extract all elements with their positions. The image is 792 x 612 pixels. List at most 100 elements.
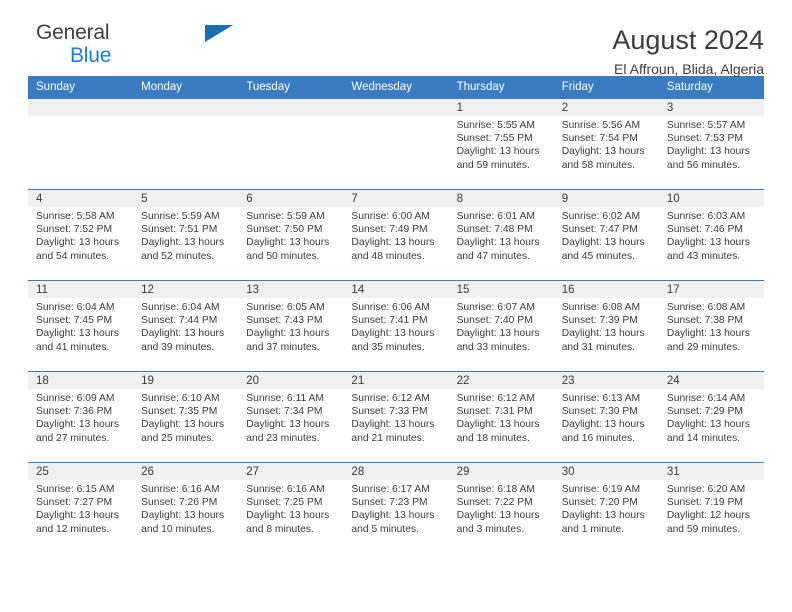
- calendar-day-cell[interactable]: 3 Sunrise: 5:57 AM Sunset: 7:53 PM Daylight…: [658, 98, 764, 190]
- calendar-day-cell[interactable]: 18 Sunrise: 6:09 AM Sunset: 7:36 PM Dayligh…: [28, 371, 134, 463]
- day-sun-info: Sunrise: 6:02 AM Sunset: 7:47 PM Daylight:…: [554, 207, 659, 263]
- daylight-text: Daylight: 13 hours: [246, 510, 330, 522]
- daylight-text-cont: and 58 minutes.: [561, 159, 635, 171]
- calendar-day-cell[interactable]: 8 Sunrise: 6:01 AM Sunset: 7:48 PM Daylight…: [448, 189, 554, 281]
- day-sun-info: Sunrise: 6:15 AM Sunset: 7:27 PM Daylight:…: [28, 480, 133, 536]
- daylight-text: Daylight: 13 hours: [561, 510, 645, 522]
- calendar-cell-empty: [133, 98, 239, 190]
- calendar-day-cell[interactable]: 30 Sunrise: 6:19 AM Sunset: 7:20 PM Dayligh…: [553, 462, 659, 554]
- day-sun-info: Sunrise: 5:55 AM Sunset: 7:55 PM Daylight:…: [449, 116, 554, 172]
- calendar-day-cell[interactable]: 19 Sunrise: 6:10 AM Sunset: 7:35 PM Dayligh…: [133, 371, 239, 463]
- day-cell-inner: 12 Sunrise: 6:04 AM Sunset: 7:44 PM Dayligh…: [133, 281, 239, 371]
- sunrise-text: Sunrise: 6:04 AM: [36, 302, 115, 313]
- daylight-text: Daylight: 13 hours: [666, 237, 750, 249]
- sunrise-text: Sunrise: 5:58 AM: [36, 211, 115, 222]
- day-number: [343, 99, 449, 116]
- calendar-day-cell[interactable]: 1 Sunrise: 5:55 AM Sunset: 7:55 PM Daylight…: [448, 98, 554, 190]
- day-cell-inner: 13 Sunrise: 6:05 AM Sunset: 7:43 PM Dayligh…: [238, 281, 344, 371]
- weekday-header-thursday: Thursday: [448, 76, 554, 99]
- sunset-text: Sunset: 7:20 PM: [561, 497, 638, 509]
- calendar-day-cell[interactable]: 25 Sunrise: 6:15 AM Sunset: 7:27 PM Dayligh…: [28, 462, 134, 554]
- sunset-text: Sunset: 7:33 PM: [351, 406, 428, 418]
- daylight-text: Daylight: 13 hours: [36, 328, 119, 340]
- day-number: 5: [133, 190, 239, 207]
- calendar-day-cell[interactable]: 5 Sunrise: 5:59 AM Sunset: 7:51 PM Daylight…: [133, 189, 239, 281]
- calendar-day-cell[interactable]: 28 Sunrise: 6:17 AM Sunset: 7:23 PM Dayligh…: [343, 462, 449, 554]
- day-number: [133, 99, 239, 116]
- calendar-day-cell[interactable]: 20 Sunrise: 6:11 AM Sunset: 7:34 PM Dayligh…: [238, 371, 344, 463]
- day-number: 31: [658, 463, 764, 480]
- sunset-text: Sunset: 7:27 PM: [36, 497, 113, 509]
- calendar-day-cell[interactable]: 27 Sunrise: 6:16 AM Sunset: 7:25 PM Dayligh…: [238, 462, 344, 554]
- daylight-text: Daylight: 13 hours: [36, 237, 119, 249]
- sunset-text: Sunset: 7:31 PM: [456, 406, 533, 418]
- calendar-day-cell[interactable]: 17 Sunrise: 6:08 AM Sunset: 7:38 PM Dayligh…: [658, 280, 764, 372]
- calendar-day-cell[interactable]: 22 Sunrise: 6:12 AM Sunset: 7:31 PM Dayligh…: [448, 371, 554, 463]
- calendar-day-cell[interactable]: 31 Sunrise: 6:20 AM Sunset: 7:19 PM Dayligh…: [658, 462, 764, 554]
- calendar-day-cell[interactable]: 9 Sunrise: 6:02 AM Sunset: 7:47 PM Daylight…: [553, 189, 659, 281]
- calendar-day-cell[interactable]: 29 Sunrise: 6:18 AM Sunset: 7:22 PM Dayligh…: [448, 462, 554, 554]
- calendar-day-cell[interactable]: 15 Sunrise: 6:07 AM Sunset: 7:40 PM Dayligh…: [448, 280, 554, 372]
- sunrise-text: Sunrise: 6:16 AM: [141, 484, 220, 495]
- sunrise-text: Sunrise: 6:16 AM: [246, 484, 325, 495]
- day-sun-info: Sunrise: 6:05 AM Sunset: 7:43 PM Daylight:…: [238, 298, 343, 354]
- calendar-day-cell[interactable]: 4 Sunrise: 5:58 AM Sunset: 7:52 PM Daylight…: [28, 189, 134, 281]
- daylight-text: Daylight: 13 hours: [246, 328, 330, 340]
- daylight-text-cont: and 37 minutes.: [246, 341, 320, 353]
- general-blue-logo[interactable]: General Blue: [28, 22, 233, 66]
- calendar-day-cell[interactable]: 16 Sunrise: 6:08 AM Sunset: 7:39 PM Dayligh…: [553, 280, 659, 372]
- sunset-text: Sunset: 7:43 PM: [246, 315, 323, 327]
- day-number: 28: [343, 463, 449, 480]
- day-sun-info: Sunrise: 5:58 AM Sunset: 7:52 PM Daylight:…: [28, 207, 133, 263]
- day-cell-inner: 19 Sunrise: 6:10 AM Sunset: 7:35 PM Dayligh…: [133, 372, 239, 462]
- daylight-text-cont: and 10 minutes.: [141, 523, 215, 535]
- day-sun-info: Sunrise: 6:19 AM Sunset: 7:20 PM Daylight:…: [554, 480, 659, 536]
- sunrise-text: Sunrise: 6:06 AM: [351, 302, 430, 313]
- weekday-header-wednesday: Wednesday: [343, 76, 449, 99]
- daylight-text: Daylight: 13 hours: [456, 510, 540, 522]
- day-cell-inner: 27 Sunrise: 6:16 AM Sunset: 7:25 PM Dayligh…: [238, 463, 344, 553]
- title-block: August 2024 El Affroun, Blida, Algeria: [612, 22, 764, 79]
- day-cell-inner: 3 Sunrise: 5:57 AM Sunset: 7:53 PM Daylight…: [658, 99, 764, 189]
- calendar-day-cell[interactable]: 23 Sunrise: 6:13 AM Sunset: 7:30 PM Dayligh…: [553, 371, 659, 463]
- calendar-day-cell[interactable]: 14 Sunrise: 6:06 AM Sunset: 7:41 PM Dayligh…: [343, 280, 449, 372]
- sunrise-text: Sunrise: 5:59 AM: [246, 211, 325, 222]
- daylight-text: Daylight: 13 hours: [36, 510, 119, 522]
- day-cell-inner: 9 Sunrise: 6:02 AM Sunset: 7:47 PM Daylight…: [553, 190, 659, 280]
- calendar-day-cell[interactable]: 21 Sunrise: 6:12 AM Sunset: 7:33 PM Dayligh…: [343, 371, 449, 463]
- sunset-text: Sunset: 7:44 PM: [141, 315, 218, 327]
- calendar-day-cell[interactable]: 7 Sunrise: 6:00 AM Sunset: 7:49 PM Daylight…: [343, 189, 449, 281]
- day-cell-inner: 20 Sunrise: 6:11 AM Sunset: 7:34 PM Dayligh…: [238, 372, 344, 462]
- day-number: 12: [133, 281, 239, 298]
- calendar-day-cell[interactable]: 26 Sunrise: 6:16 AM Sunset: 7:26 PM Dayligh…: [133, 462, 239, 554]
- day-number: 22: [448, 372, 554, 389]
- calendar-cell-empty: [28, 98, 134, 190]
- calendar-day-cell[interactable]: 24 Sunrise: 6:14 AM Sunset: 7:29 PM Dayligh…: [658, 371, 764, 463]
- sunrise-text: Sunrise: 5:59 AM: [141, 211, 220, 222]
- sunrise-text: Sunrise: 6:13 AM: [561, 393, 641, 404]
- day-number: 13: [238, 281, 344, 298]
- day-cell-inner: 16 Sunrise: 6:08 AM Sunset: 7:39 PM Dayligh…: [553, 281, 659, 371]
- sunrise-text: Sunrise: 6:12 AM: [456, 393, 535, 404]
- day-sun-info: Sunrise: 6:18 AM Sunset: 7:22 PM Daylight:…: [449, 480, 554, 536]
- daylight-text-cont: and 48 minutes.: [351, 250, 425, 262]
- day-sun-info: Sunrise: 6:13 AM Sunset: 7:30 PM Daylight:…: [554, 389, 659, 445]
- calendar-day-cell[interactable]: 2 Sunrise: 5:56 AM Sunset: 7:54 PM Daylight…: [553, 98, 659, 190]
- sunrise-text: Sunrise: 6:02 AM: [561, 211, 641, 222]
- day-sun-info: Sunrise: 6:00 AM Sunset: 7:49 PM Daylight:…: [343, 207, 448, 263]
- calendar-day-cell[interactable]: 10 Sunrise: 6:03 AM Sunset: 7:46 PM Dayligh…: [658, 189, 764, 281]
- daylight-text-cont: and 14 minutes.: [666, 432, 741, 444]
- sunset-text: Sunset: 7:39 PM: [561, 315, 638, 327]
- sunset-text: Sunset: 7:25 PM: [246, 497, 323, 509]
- day-sun-info: Sunrise: 6:12 AM Sunset: 7:31 PM Daylight:…: [449, 389, 554, 445]
- day-number: 24: [658, 372, 764, 389]
- day-number: 7: [343, 190, 449, 207]
- calendar-day-cell[interactable]: 13 Sunrise: 6:05 AM Sunset: 7:43 PM Dayligh…: [238, 280, 344, 372]
- calendar-day-cell[interactable]: 11 Sunrise: 6:04 AM Sunset: 7:45 PM Dayligh…: [28, 280, 134, 372]
- calendar-day-cell[interactable]: 6 Sunrise: 5:59 AM Sunset: 7:50 PM Daylight…: [238, 189, 344, 281]
- calendar-day-cell[interactable]: 12 Sunrise: 6:04 AM Sunset: 7:44 PM Dayligh…: [133, 280, 239, 372]
- daylight-text: Daylight: 13 hours: [561, 237, 645, 249]
- weekday-header-saturday: Saturday: [658, 76, 764, 99]
- day-sun-info: [28, 116, 133, 119]
- calendar-week-row: 18 Sunrise: 6:09 AM Sunset: 7:36 PM Dayligh…: [28, 371, 764, 463]
